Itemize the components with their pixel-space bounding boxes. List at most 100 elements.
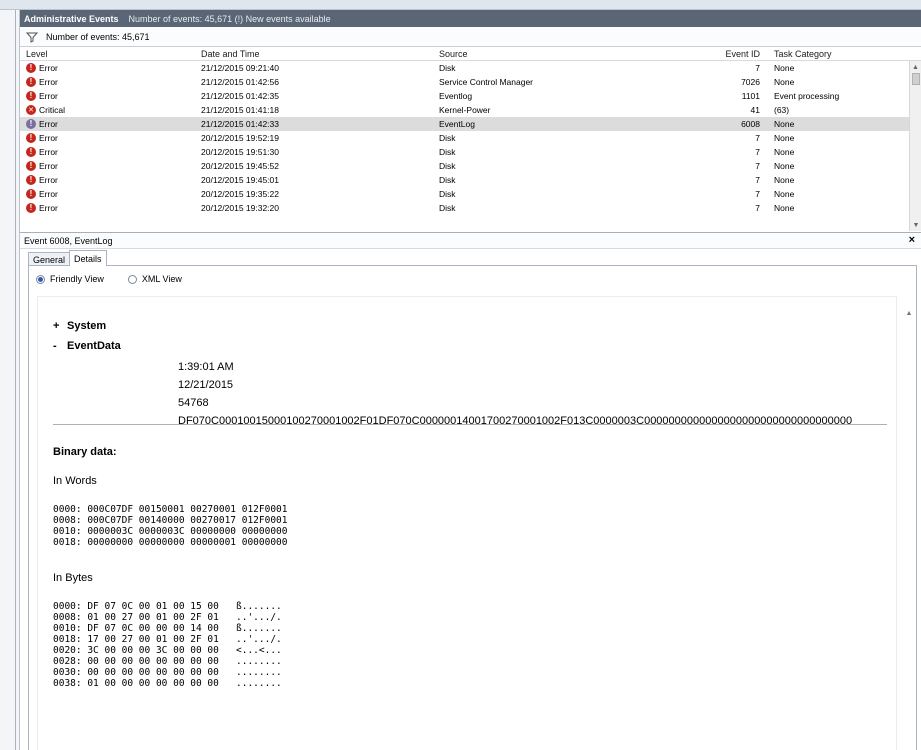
xml-view-radio[interactable] (127, 274, 137, 284)
tree-node-eventdata[interactable]: - EventData (53, 336, 121, 356)
friendly-view-label[interactable]: Friendly View (50, 274, 104, 284)
row-event-id: 41 (750, 105, 760, 115)
row-level-label: Error (39, 161, 58, 171)
row-date: 20/12/2015 19:52:19 (201, 133, 279, 143)
row-level: ! Error (20, 63, 195, 73)
grid-rows: ! Error 21/12/2015 09:21:40 Disk 7 None! Error… (20, 61, 921, 215)
error-icon: ! (26, 147, 36, 157)
panel-title: Administrative Events (24, 13, 119, 24)
row-date: 20/12/2015 19:32:20 (201, 203, 279, 213)
row-level-label: Error (39, 77, 58, 87)
table-row[interactable]: ! Error 21/12/2015 01:42:33 EventLog 6008 Non… (20, 117, 921, 131)
in-bytes-label: In Bytes (53, 572, 93, 584)
binary-bytes-dump: 0000: DF 07 0C 00 01 00 15 00 ß....... 0… (53, 601, 282, 689)
row-level: ✕ Critical (20, 105, 195, 115)
critical-icon: ✕ (26, 105, 36, 115)
table-row[interactable]: ✕ Critical 21/12/2015 01:41:18 Kernel-Power… (20, 103, 921, 117)
row-task-category: None (774, 203, 795, 213)
row-source: Disk (439, 161, 456, 171)
column-header-source[interactable]: Source (433, 49, 653, 59)
event-detail-header: Event 6008, EventLog × (20, 233, 921, 249)
row-source: EventLog (439, 119, 475, 129)
column-header-event-id[interactable]: Event ID (653, 49, 768, 59)
row-source: Disk (439, 147, 456, 157)
column-header-level[interactable]: Level (20, 49, 195, 59)
tab-general[interactable]: General (28, 252, 71, 266)
row-level: ! Error (20, 133, 195, 143)
content-scroll-up-icon[interactable]: ▲ (902, 310, 916, 317)
row-level: ! Error (20, 161, 195, 171)
error-icon: ! (26, 119, 36, 129)
table-row[interactable]: ! Error 20/12/2015 19:35:22 Disk 7 None (20, 187, 921, 201)
friendly-view-radio[interactable] (36, 274, 45, 284)
row-event-id: 7 (755, 161, 760, 171)
eventdata-date: 12/21/2015 (178, 379, 234, 391)
panel-event-count-info: Number of events: 45,671 (!) New events … (128, 13, 331, 24)
row-date: 20/12/2015 19:51:30 (201, 147, 279, 157)
filter-funnel-icon[interactable] (26, 31, 38, 43)
grid-header: Level Date and Time Source Event ID Task… (20, 47, 921, 61)
row-source: Disk (439, 203, 456, 213)
row-level: ! Error (20, 203, 195, 213)
table-row[interactable]: ! Error 20/12/2015 19:51:30 Disk 7 None (20, 145, 921, 159)
row-event-id: 7 (755, 147, 760, 157)
row-task-category: None (774, 189, 795, 199)
row-level-label: Error (39, 119, 58, 129)
row-date: 21/12/2015 01:42:33 (201, 119, 279, 129)
grid-scrollbar[interactable]: ▲ ▼ (909, 61, 921, 231)
eventdata-values: 1:39:01 AM 12/21/2015 54768 DF070C000100… (178, 358, 852, 430)
event-tree: + System - EventData (53, 316, 121, 356)
scroll-thumb[interactable] (912, 73, 920, 85)
left-navigation-pane (0, 10, 20, 750)
row-source: Disk (439, 63, 456, 73)
binary-words-dump: 0000: 000C07DF 00150001 00270001 012F000… (53, 504, 288, 548)
row-source: Eventlog (439, 91, 473, 101)
error-icon: ! (26, 133, 36, 143)
tree-node-system[interactable]: + System (53, 316, 121, 336)
table-row[interactable]: ! Error 21/12/2015 01:42:35 Eventlog 1101 Eve… (20, 89, 921, 103)
row-level-label: Error (39, 63, 58, 73)
row-date: 21/12/2015 01:41:18 (201, 105, 279, 115)
row-source: Disk (439, 175, 456, 185)
expand-icon[interactable]: + (53, 320, 67, 332)
view-mode-selector: Friendly View XML View (36, 274, 182, 284)
binary-data-title: Binary data: (53, 446, 117, 458)
row-source: Kernel-Power (439, 105, 491, 115)
column-header-date[interactable]: Date and Time (195, 49, 433, 59)
row-date: 20/12/2015 19:45:52 (201, 161, 279, 171)
row-date: 20/12/2015 19:45:01 (201, 175, 279, 185)
events-panel: Administrative Events Number of events: … (20, 10, 921, 750)
row-level: ! Error (20, 147, 195, 157)
row-task-category: None (774, 147, 795, 157)
table-row[interactable]: ! Error 20/12/2015 19:32:20 Disk 7 None (20, 201, 921, 215)
column-header-task-category[interactable]: Task Category (768, 49, 906, 59)
table-row[interactable]: ! Error 21/12/2015 01:42:56 Service Control… (20, 75, 921, 89)
tab-details[interactable]: Details (69, 250, 107, 266)
row-event-id: 6008 (741, 119, 760, 129)
row-task-category: None (774, 161, 795, 171)
row-event-id: 7 (755, 63, 760, 73)
content-scrollbar[interactable]: ▲ (902, 296, 916, 750)
table-row[interactable]: ! Error 20/12/2015 19:45:52 Disk 7 None (20, 159, 921, 173)
scroll-up-icon[interactable]: ▲ (910, 61, 921, 73)
scroll-down-icon[interactable]: ▼ (910, 219, 921, 231)
xml-view-label[interactable]: XML View (142, 274, 182, 284)
table-row[interactable]: ! Error 20/12/2015 19:45:01 Disk 7 None (20, 173, 921, 187)
table-row[interactable]: ! Error 21/12/2015 09:21:40 Disk 7 None (20, 61, 921, 75)
collapse-icon[interactable]: - (53, 340, 67, 352)
row-source: Service Control Manager (439, 77, 534, 87)
error-icon: ! (26, 175, 36, 185)
detail-tabs: General Details (28, 250, 107, 266)
close-icon[interactable]: × (909, 234, 915, 246)
row-event-id: 7 (755, 133, 760, 143)
window-top-strip (0, 0, 921, 10)
pane-divider[interactable] (15, 10, 16, 750)
row-task-category: None (774, 119, 795, 129)
table-row[interactable]: ! Error 20/12/2015 19:52:19 Disk 7 None (20, 131, 921, 145)
row-event-id: 7 (755, 189, 760, 199)
row-level: ! Error (20, 77, 195, 87)
eventdata-binary-string: DF070C000100150001002700010​02F01DF070C0… (178, 415, 853, 427)
row-event-id: 7 (755, 203, 760, 213)
row-event-id: 7 (755, 175, 760, 185)
filter-event-count: Number of events: 45,671 (46, 31, 150, 42)
